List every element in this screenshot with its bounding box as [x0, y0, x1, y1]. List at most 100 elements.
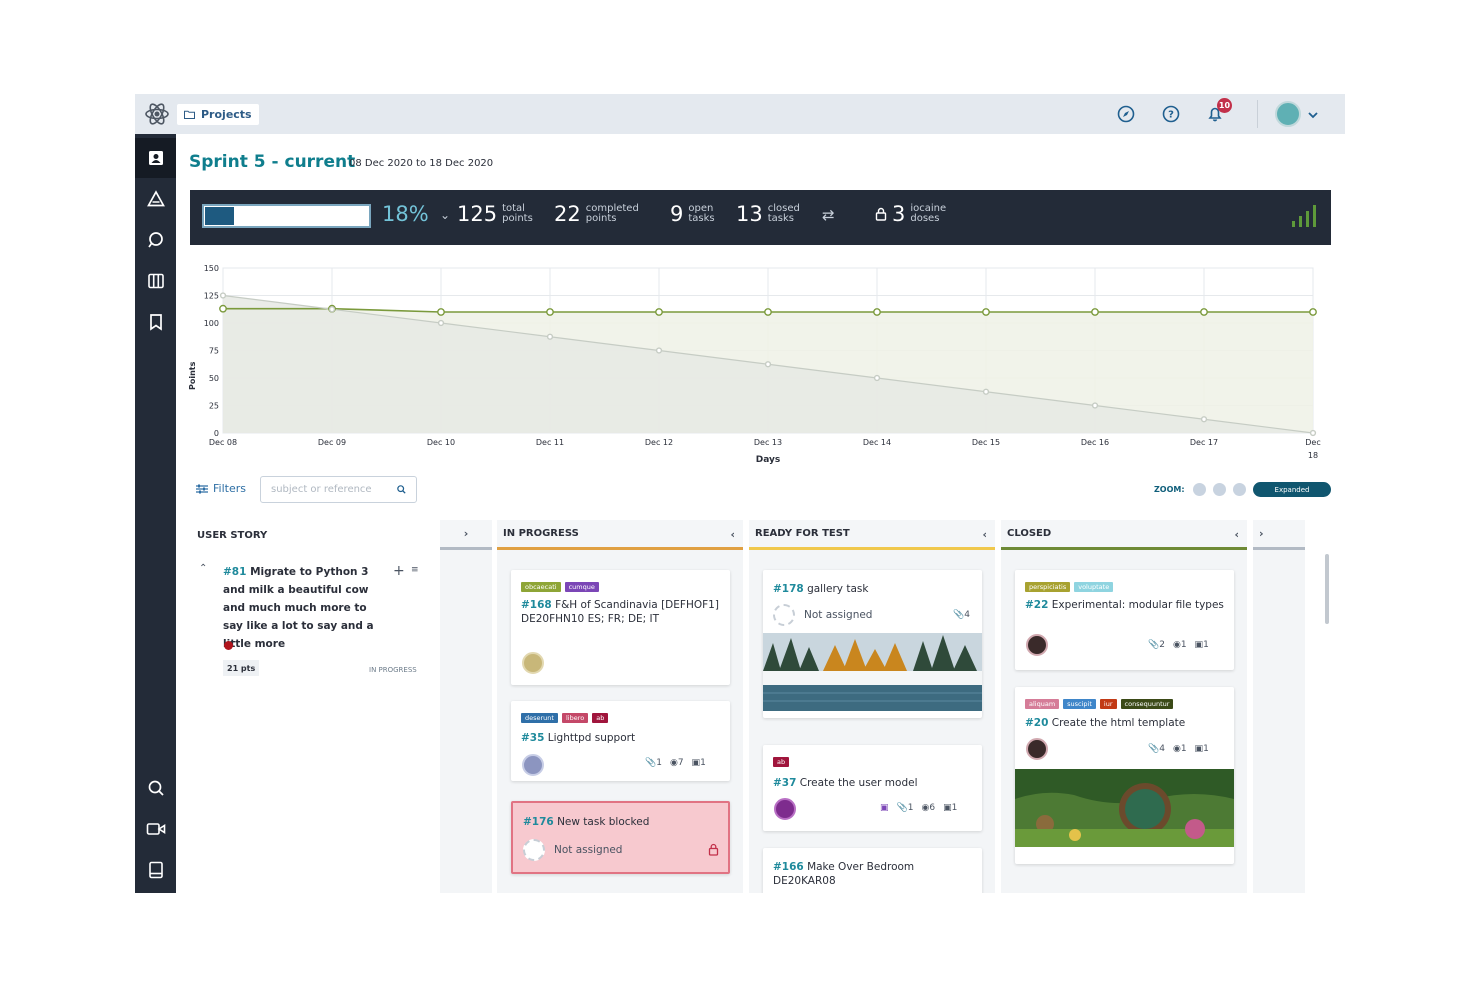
- top-bar: Projects ? 10: [135, 94, 1345, 134]
- task-card[interactable]: ab #37 Create the user model ▣ 📎1 ◉6 ▣1: [763, 745, 982, 831]
- help-icon[interactable]: ?: [1160, 103, 1182, 125]
- bell-icon[interactable]: 10: [1204, 98, 1232, 125]
- task-title[interactable]: #22 Experimental: modular file types: [1025, 598, 1225, 612]
- task-ref[interactable]: #178: [773, 583, 804, 595]
- task-title[interactable]: #37 Create the user model: [773, 776, 918, 790]
- sidebar-item-search[interactable]: [135, 220, 176, 260]
- filters-button[interactable]: Filters: [196, 482, 246, 495]
- column-collapse-toggle[interactable]: ›: [440, 520, 492, 550]
- y-tick-label: 50: [209, 374, 219, 383]
- chevron-right-icon[interactable]: ›: [464, 527, 469, 540]
- x-tick-label: Dec: [1305, 438, 1320, 447]
- x-tick-label: 18: [1308, 451, 1318, 460]
- chevron-left-icon[interactable]: ‹: [730, 528, 735, 541]
- bulk-add-icon[interactable]: ≡: [411, 565, 419, 575]
- tag-list: obcaecati cumque: [521, 582, 599, 592]
- swap-arrows-icon[interactable]: ⇄: [822, 206, 835, 224]
- search-icon[interactable]: [397, 484, 406, 495]
- taiga-logo-icon[interactable]: [139, 96, 175, 132]
- task-ref[interactable]: #35: [521, 732, 544, 744]
- data-point: [437, 319, 445, 327]
- sidebar-item-wiki[interactable]: [135, 302, 176, 342]
- add-task-icon[interactable]: +: [393, 563, 405, 579]
- task-title[interactable]: #168 F&H of Scandinavia [DEFHOF1] DE20FH…: [521, 598, 721, 626]
- tag[interactable]: ab: [773, 757, 790, 767]
- task-card[interactable]: #178 gallery task Not assigned 📎4: [763, 570, 982, 718]
- user-story-ref[interactable]: #81: [223, 566, 246, 578]
- x-tick-label: Dec 16: [1081, 438, 1109, 447]
- task-card[interactable]: #166 Make Over Bedroom DE20KAR08: [763, 848, 982, 893]
- open-tasks-value: 9: [670, 202, 684, 226]
- task-card[interactable]: obcaecati cumque #168 F&H of Scandinavia…: [511, 570, 730, 685]
- search-field[interactable]: [260, 476, 417, 503]
- tag[interactable]: deserunt: [521, 713, 558, 723]
- tag[interactable]: obcaecati: [521, 582, 561, 592]
- task-ref[interactable]: #20: [1025, 717, 1048, 729]
- user-avatar[interactable]: [1275, 101, 1301, 127]
- task-card[interactable]: deserunt libero ab #35 Lighttpd support …: [511, 701, 730, 781]
- task-ref[interactable]: #37: [773, 777, 796, 789]
- breadcrumb-projects[interactable]: Projects: [177, 104, 259, 125]
- sidebar-item-team-book[interactable]: [135, 850, 176, 890]
- task-card[interactable]: aliquam suscipit iur consequuntur #20 Cr…: [1015, 687, 1234, 864]
- task-name[interactable]: Experimental: modular file types: [1052, 599, 1224, 611]
- assignee[interactable]: Not assigned: [773, 604, 872, 626]
- tag[interactable]: perspiciatis: [1025, 582, 1071, 592]
- task-ref[interactable]: #176: [523, 816, 554, 828]
- tag[interactable]: iur: [1099, 699, 1117, 709]
- task-title[interactable]: #178 gallery task: [773, 582, 868, 596]
- y-tick-label: 0: [214, 429, 219, 438]
- task-title[interactable]: #166 Make Over Bedroom DE20KAR08: [773, 860, 953, 888]
- chevron-down-icon[interactable]: ⌄: [440, 208, 450, 222]
- task-title[interactable]: #20 Create the html template: [1025, 716, 1185, 730]
- task-name[interactable]: New task blocked: [557, 816, 649, 828]
- assignee[interactable]: Not assigned: [523, 839, 622, 861]
- chevron-down-icon[interactable]: [1307, 106, 1319, 125]
- tag-list: ab: [773, 757, 790, 767]
- column-title-closed: CLOSED: [1007, 528, 1052, 539]
- task-ref[interactable]: #168: [521, 599, 552, 611]
- story-status-label: IN PROGRESS: [369, 666, 417, 674]
- sidebar-item-video[interactable]: [135, 809, 176, 849]
- chevron-left-icon[interactable]: ‹: [1234, 528, 1239, 541]
- collapse-caret-icon[interactable]: ⌃: [199, 563, 207, 574]
- unassigned-avatar-icon: [773, 604, 795, 626]
- user-story-title[interactable]: #81 Migrate to Python 3 and milk a beaut…: [223, 563, 388, 653]
- tag[interactable]: cumque: [564, 582, 599, 592]
- zoom-level-expanded[interactable]: Expanded: [1253, 482, 1331, 497]
- task-ref[interactable]: #166: [773, 861, 804, 873]
- tag[interactable]: suscipit: [1063, 699, 1096, 709]
- tag[interactable]: libero: [561, 713, 589, 723]
- sidebar-item-issues[interactable]: [135, 179, 176, 219]
- chevron-right-icon[interactable]: ›: [1259, 527, 1264, 540]
- task-title[interactable]: #176 New task blocked: [523, 815, 649, 829]
- task-name[interactable]: gallery task: [807, 583, 868, 595]
- task-name[interactable]: Create the html template: [1052, 717, 1185, 729]
- sidebar-item-search-bottom[interactable]: [135, 768, 176, 808]
- tag[interactable]: ab: [592, 713, 609, 723]
- progress-fill: [205, 207, 234, 225]
- sidebar-item-kanban[interactable]: [135, 261, 176, 301]
- zoom-level-2[interactable]: [1213, 483, 1226, 496]
- tag[interactable]: aliquam: [1025, 699, 1060, 709]
- user-story-text[interactable]: Migrate to Python 3 and milk a beautiful…: [223, 566, 374, 650]
- search-discussion-icon: [147, 232, 163, 248]
- task-ref[interactable]: #22: [1025, 599, 1048, 611]
- total-points-stat: 125 total points: [457, 202, 533, 226]
- board-scrollbar[interactable]: [1325, 554, 1329, 624]
- zoom-level-1[interactable]: [1193, 483, 1206, 496]
- tag[interactable]: consequuntur: [1120, 699, 1174, 709]
- comment-value: 1: [700, 758, 706, 768]
- task-card[interactable]: perspiciatis voluptate #22 Experimental:…: [1015, 570, 1234, 670]
- discover-icon[interactable]: [1115, 103, 1137, 125]
- task-card-blocked[interactable]: #176 New task blocked Not assigned: [511, 801, 730, 874]
- zoom-level-3[interactable]: [1233, 483, 1246, 496]
- task-title[interactable]: #35 Lighttpd support: [521, 731, 635, 745]
- sidebar-item-scrum[interactable]: [135, 138, 176, 178]
- tag[interactable]: voluptate: [1074, 582, 1114, 592]
- search-input[interactable]: [271, 484, 389, 495]
- sprint-title: Sprint 5 - current: [189, 152, 356, 172]
- task-name[interactable]: Create the user model: [800, 777, 918, 789]
- task-name[interactable]: Lighttpd support: [548, 732, 635, 744]
- chevron-left-icon[interactable]: ‹: [982, 528, 987, 541]
